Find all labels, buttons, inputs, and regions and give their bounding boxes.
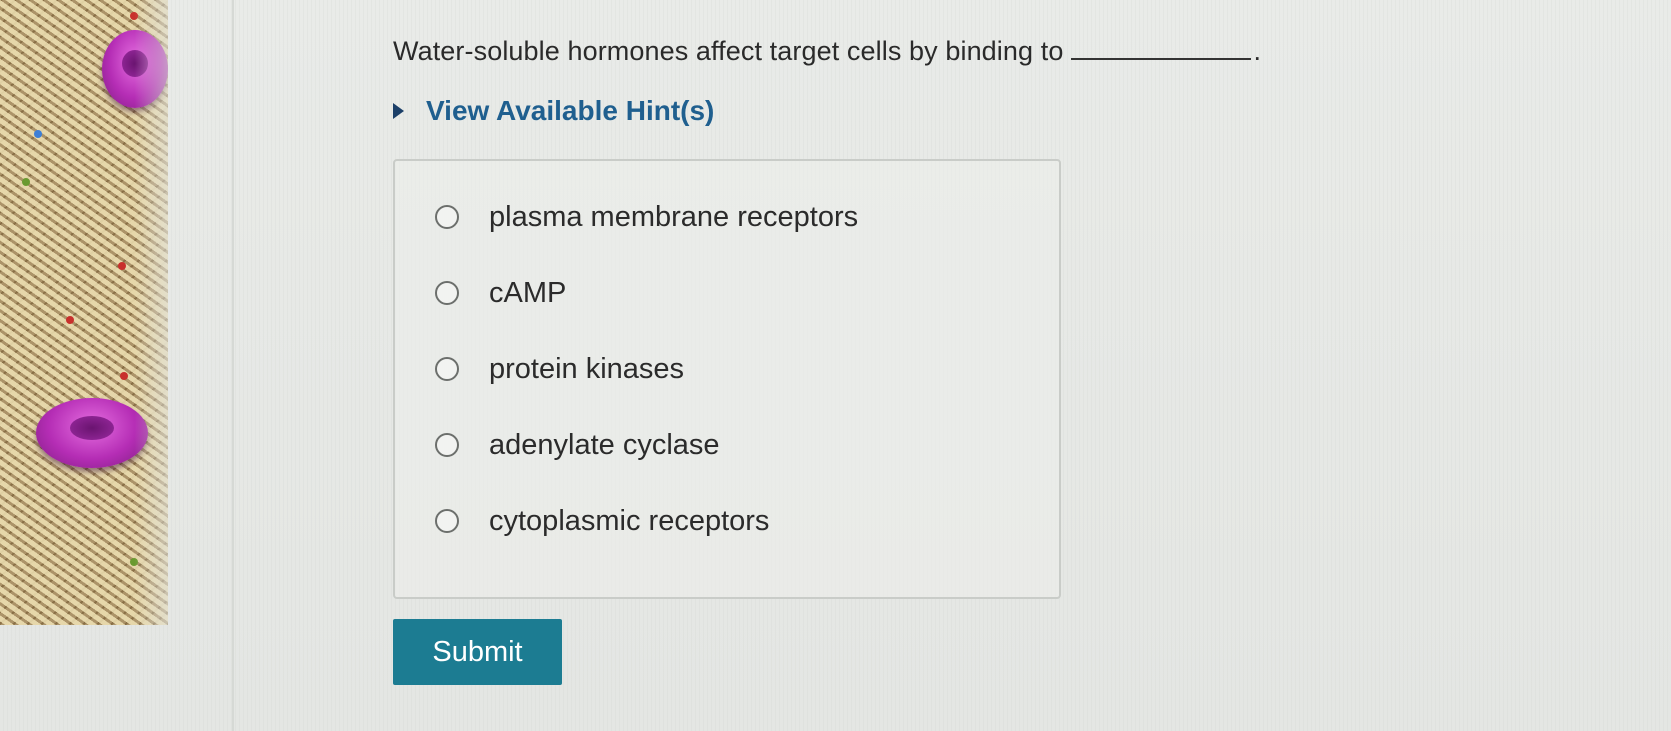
answer-blank	[1071, 38, 1252, 60]
molecule-dot	[22, 178, 30, 186]
radio-button[interactable]	[435, 509, 459, 533]
option-label: adenylate cyclase	[489, 428, 720, 461]
option-label: protein kinases	[489, 352, 685, 385]
molecule-dot	[130, 558, 138, 566]
membrane-protein-image	[102, 30, 168, 108]
answer-options-box: plasma membrane receptors cAMP protein k…	[393, 159, 1061, 599]
option-label: plasma membrane receptors	[489, 200, 859, 233]
question-panel: Water-soluble hormones affect target cel…	[393, 36, 1593, 685]
molecule-dot	[118, 262, 126, 270]
option-cytoplasmic-receptors[interactable]: cytoplasmic receptors	[435, 503, 1059, 539]
radio-button[interactable]	[435, 205, 459, 229]
option-plasma-membrane-receptors[interactable]: plasma membrane receptors	[435, 199, 1059, 235]
molecule-dot	[34, 130, 42, 138]
question-end-punctuation: .	[1253, 36, 1262, 66]
cell-membrane-illustration	[0, 0, 168, 625]
radio-button[interactable]	[435, 281, 459, 305]
submit-button[interactable]: Submit	[393, 619, 562, 685]
option-adenylate-cyclase[interactable]: adenylate cyclase	[435, 427, 1059, 463]
radio-button[interactable]	[435, 433, 459, 457]
option-label: cytoplasmic receptors	[489, 504, 770, 537]
question-prompt: Water-soluble hormones affect target cel…	[393, 36, 1593, 67]
option-camp[interactable]: cAMP	[435, 275, 1059, 311]
option-protein-kinases[interactable]: protein kinases	[435, 351, 1059, 387]
molecule-dot	[120, 372, 128, 380]
column-divider	[232, 0, 234, 731]
quiz-page: Water-soluble hormones affect target cel…	[0, 0, 1671, 731]
question-text: Water-soluble hormones affect target cel…	[393, 36, 1064, 66]
radio-button[interactable]	[435, 357, 459, 381]
view-hints-toggle[interactable]: View Available Hint(s)	[393, 95, 1593, 127]
molecule-dot	[130, 12, 138, 20]
view-hints-label: View Available Hint(s)	[426, 95, 715, 126]
molecule-dot	[66, 316, 74, 324]
membrane-protein-image	[36, 398, 148, 468]
option-label: cAMP	[489, 276, 567, 309]
caret-right-icon	[393, 103, 404, 119]
